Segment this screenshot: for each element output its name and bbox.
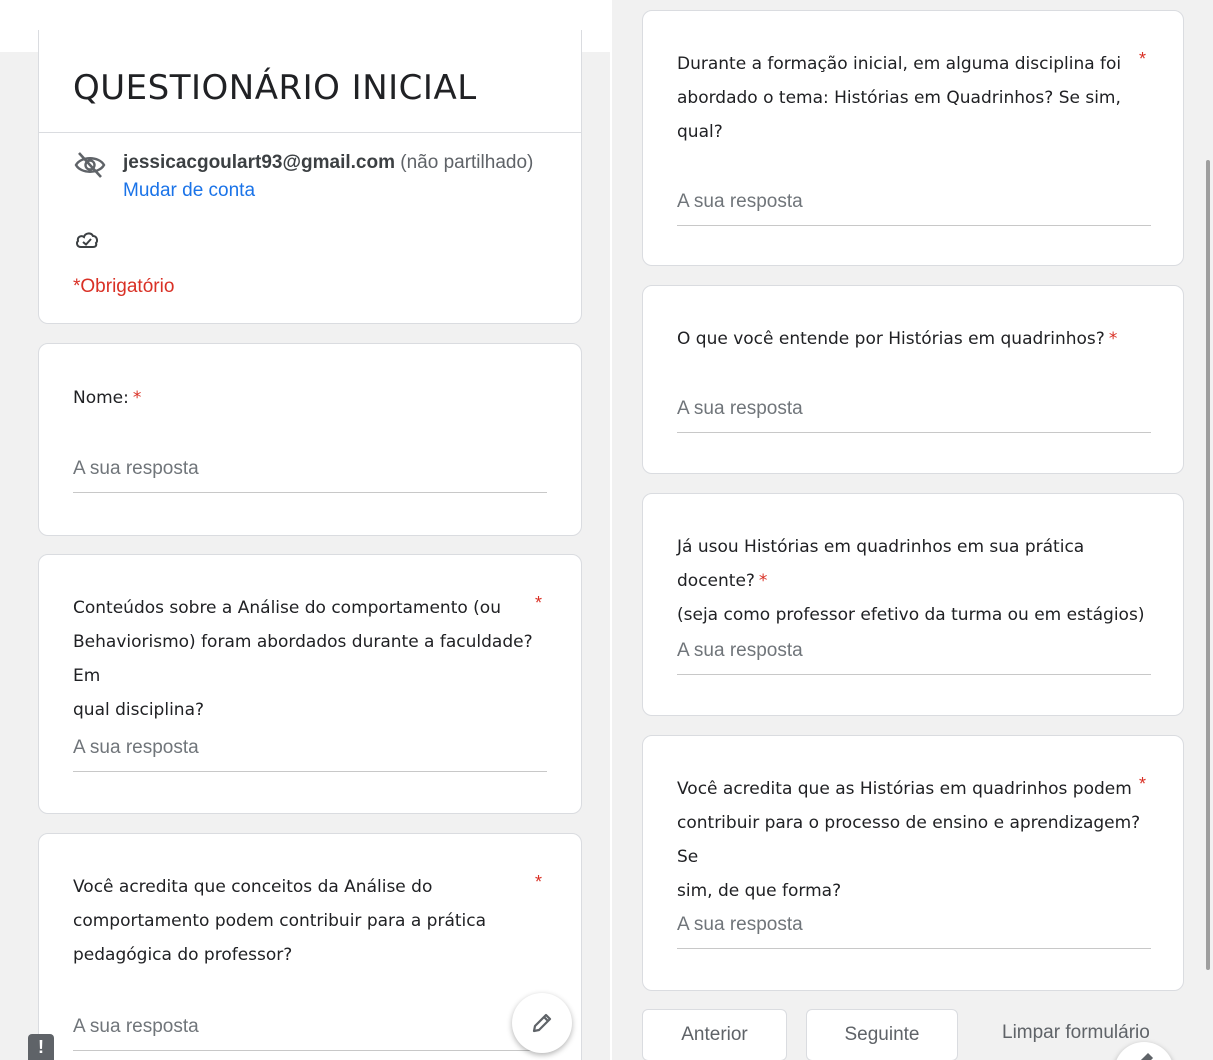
- required-asterisk: *: [1139, 49, 1147, 69]
- pencil-icon: [1140, 1052, 1154, 1060]
- question-card-nome: Nome: * A sua resposta: [38, 343, 582, 536]
- edit-fab-button-partial[interactable]: [1114, 1042, 1174, 1060]
- question-card-conceitos: Você acredita que conceitos da Análise d…: [38, 833, 582, 1060]
- question-card-contribuir: Você acredita que as Histórias em quadri…: [642, 735, 1184, 991]
- question-label: Você acredita que conceitos da Análise d…: [73, 877, 487, 965]
- switch-account-link[interactable]: Mudar de conta: [123, 180, 255, 202]
- cloud-check-icon: [76, 232, 98, 248]
- question-card-entende: O que você entende por Histórias em quad…: [642, 285, 1184, 474]
- eye-off-icon: [74, 152, 106, 178]
- question-label: Conteúdos sobre a Análise do comportamen…: [73, 598, 533, 720]
- answer-input[interactable]: A sua resposta: [677, 640, 1151, 675]
- required-note: *Obrigatório: [73, 276, 175, 297]
- question-label: Durante a formação inicial, em alguma di…: [677, 54, 1122, 142]
- previous-button[interactable]: Anterior: [642, 1009, 787, 1060]
- pencil-icon: [532, 1013, 552, 1033]
- not-shared-label: (não partilhado): [400, 152, 534, 173]
- account-email: jessicacgoulart93@gmail.com: [123, 152, 395, 173]
- answer-input[interactable]: A sua resposta: [677, 191, 1151, 226]
- answer-input[interactable]: A sua resposta: [73, 737, 547, 772]
- question-card-behaviorismo: Conteúdos sobre a Análise do comportamen…: [38, 554, 582, 814]
- form-header-card: QUESTIONÁRIO INICIAL jessicacgoulart93@g…: [38, 30, 582, 324]
- page-title: QUESTIONÁRIO INICIAL: [73, 68, 477, 108]
- required-asterisk: *: [758, 571, 768, 591]
- left-panel: QUESTIONÁRIO INICIAL jessicacgoulart93@g…: [0, 0, 610, 1060]
- question-label: Você acredita que as Histórias em quadri…: [677, 779, 1141, 901]
- exclamation-icon[interactable]: !: [28, 1034, 54, 1060]
- question-label: O que você entende por Histórias em quad…: [677, 329, 1118, 349]
- answer-input[interactable]: A sua resposta: [73, 1016, 547, 1051]
- next-button[interactable]: Seguinte: [806, 1009, 958, 1060]
- question-label: Nome: *: [73, 388, 142, 408]
- right-panel: Durante a formação inicial, em alguma di…: [612, 0, 1213, 1060]
- edit-fab-button[interactable]: [512, 993, 572, 1053]
- answer-input[interactable]: A sua resposta: [73, 458, 547, 493]
- required-asterisk: *: [535, 593, 543, 613]
- required-asterisk: *: [132, 388, 142, 408]
- question-card-formacao: Durante a formação inicial, em alguma di…: [642, 10, 1184, 266]
- scrollbar[interactable]: [1206, 160, 1210, 970]
- question-card-pratica-docente: Já usou Histórias em quadrinhos em sua p…: [642, 493, 1184, 716]
- answer-input[interactable]: A sua resposta: [677, 398, 1151, 433]
- required-asterisk: *: [1108, 329, 1118, 349]
- question-label: Já usou Histórias em quadrinhos em sua p…: [677, 537, 1145, 625]
- required-asterisk: *: [1139, 774, 1147, 794]
- answer-input[interactable]: A sua resposta: [677, 914, 1151, 949]
- clear-form-link[interactable]: Limpar formulário: [1002, 1022, 1150, 1044]
- account-line: jessicacgoulart93@gmail.com (não partilh…: [123, 152, 533, 174]
- required-asterisk: *: [535, 872, 543, 892]
